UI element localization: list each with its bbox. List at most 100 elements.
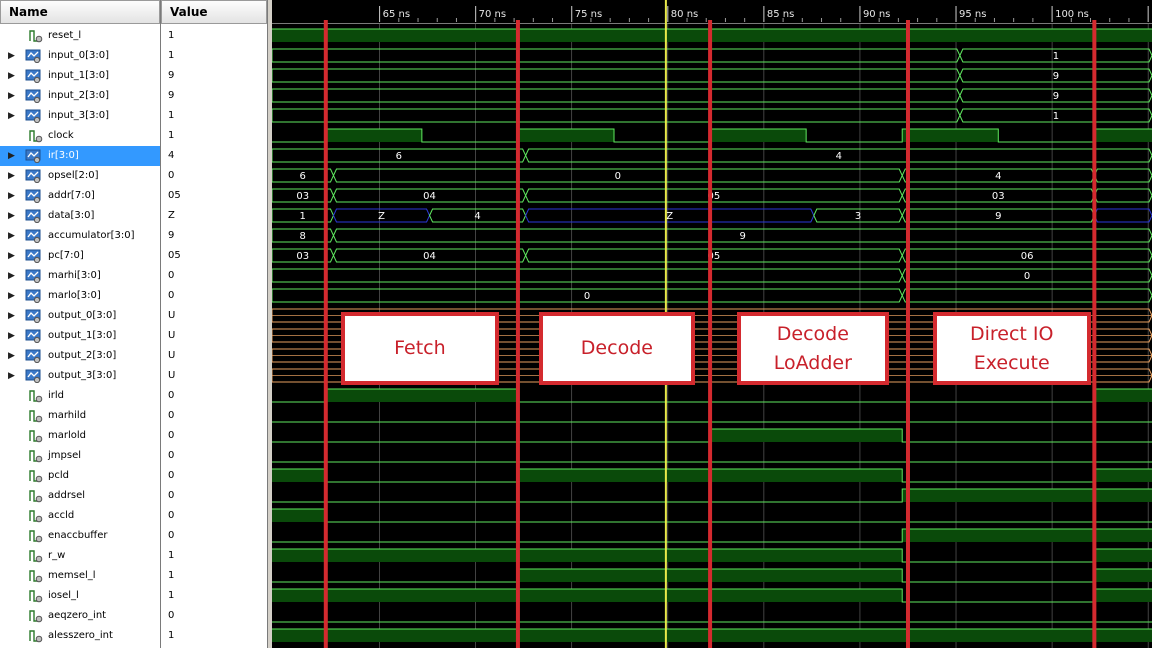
signal-value: 0	[168, 390, 175, 401]
signal-row-input-0[interactable]: ▶ input_0[3:0]	[0, 46, 160, 66]
signal-row-reset-l[interactable]: reset_l	[0, 26, 160, 46]
time-tick-label: 70 ns	[479, 9, 506, 20]
bus-segment	[1093, 208, 1152, 223]
signal-value: 1	[168, 30, 175, 41]
wave-high-fill	[1094, 469, 1152, 482]
bus-signal-icon	[25, 249, 41, 263]
expand-arrow-icon[interactable]: ▶	[8, 226, 18, 246]
signal-value: 1	[168, 130, 175, 141]
bit-signal-icon	[29, 30, 43, 43]
signal-row-marlold[interactable]: marlold	[0, 426, 160, 446]
signal-row-r-w[interactable]: r_w	[0, 546, 160, 566]
signal-value: 0	[168, 530, 175, 541]
signal-row-pcld[interactable]: pcld	[0, 466, 160, 486]
bit-signal-icon	[29, 130, 43, 143]
signal-name: jmpsel	[48, 450, 82, 461]
signal-value: 4	[168, 150, 175, 161]
expand-arrow-icon[interactable]: ▶	[8, 46, 18, 66]
value-column-header[interactable]: Value	[161, 0, 267, 24]
expand-arrow-icon[interactable]: ▶	[8, 346, 18, 366]
signal-row-output-0[interactable]: ▶ output_0[3:0]	[0, 306, 160, 326]
signal-name: addrsel	[48, 490, 86, 501]
signal-value-row: 4	[161, 146, 267, 166]
signal-row-ir[interactable]: ▶ ir[3:0]	[0, 146, 160, 166]
signal-row-output-2[interactable]: ▶ output_2[3:0]	[0, 346, 160, 366]
expand-arrow-icon[interactable]: ▶	[8, 266, 18, 286]
bus-value-label: 9	[740, 231, 746, 242]
signal-name: alesszero_int	[48, 630, 113, 641]
bus-segment	[272, 48, 961, 63]
signal-row-output-1[interactable]: ▶ output_1[3:0]	[0, 326, 160, 346]
signal-row-accumulator[interactable]: ▶ accumulator[3:0]	[0, 226, 160, 246]
expand-arrow-icon[interactable]: ▶	[8, 246, 18, 266]
signal-row-alesszero-int[interactable]: alesszero_int	[0, 626, 160, 646]
expand-arrow-icon[interactable]: ▶	[8, 146, 18, 166]
time-tick-label: 85 ns	[767, 9, 794, 20]
signal-value-row: 0	[161, 406, 267, 426]
bit-signal-icon	[29, 490, 43, 503]
signal-value-row: 1	[161, 566, 267, 586]
signal-value: 9	[168, 70, 175, 81]
expand-arrow-icon[interactable]: ▶	[8, 66, 18, 86]
expand-arrow-icon[interactable]: ▶	[8, 166, 18, 186]
expand-arrow-icon[interactable]: ▶	[8, 306, 18, 326]
bus-value-label: 9	[1053, 71, 1059, 82]
signal-row-pc[interactable]: ▶ pc[7:0]	[0, 246, 160, 266]
bus-signal-icon	[25, 289, 41, 303]
name-column-header[interactable]: Name	[0, 0, 160, 24]
signal-value: U	[168, 330, 176, 341]
bus-signal-icon	[25, 109, 41, 123]
expand-arrow-icon[interactable]: ▶	[8, 366, 18, 386]
signal-row-marlo[interactable]: ▶ marlo[3:0]	[0, 286, 160, 306]
signal-row-accld[interactable]: accld	[0, 506, 160, 526]
bus-segment	[272, 88, 961, 103]
expand-arrow-icon[interactable]: ▶	[8, 186, 18, 206]
signal-row-addr[interactable]: ▶ addr[7:0]	[0, 186, 160, 206]
expand-arrow-icon[interactable]: ▶	[8, 326, 18, 346]
signal-row-input-2[interactable]: ▶ input_2[3:0]	[0, 86, 160, 106]
signal-row-jmpsel[interactable]: jmpsel	[0, 446, 160, 466]
signal-value-row: 0	[161, 486, 267, 506]
bus-value-label: 1	[1053, 111, 1059, 122]
signal-value: 1	[168, 570, 175, 581]
expand-arrow-icon[interactable]: ▶	[8, 106, 18, 126]
signal-name: marhi[3:0]	[48, 270, 101, 281]
signal-row-output-3[interactable]: ▶ output_3[3:0]	[0, 366, 160, 386]
signal-row-opsel[interactable]: ▶ opsel[2:0]	[0, 166, 160, 186]
phase-label-decode: Decode	[539, 312, 695, 385]
signal-value-row: 9	[161, 226, 267, 246]
signal-value-row: 1	[161, 126, 267, 146]
signal-row-memsel-l[interactable]: memsel_l	[0, 566, 160, 586]
bus-value-label: 04	[423, 251, 436, 262]
bus-signal-icon	[25, 349, 41, 363]
signal-row-clock[interactable]: clock	[0, 126, 160, 146]
signal-name: accumulator[3:0]	[48, 230, 135, 241]
signal-row-iosel-l[interactable]: iosel_l	[0, 586, 160, 606]
time-tick-label: 90 ns	[863, 9, 890, 20]
signal-row-input-1[interactable]: ▶ input_1[3:0]	[0, 66, 160, 86]
bus-value-label: 4	[474, 211, 480, 222]
signal-row-marhi[interactable]: ▶ marhi[3:0]	[0, 266, 160, 286]
signal-value-row: 0	[161, 166, 267, 186]
bus-signal-icon	[25, 149, 41, 163]
bus-value-label: 4	[995, 171, 1001, 182]
bus-value-label: 8	[300, 231, 306, 242]
time-tick-label: 80 ns	[671, 9, 698, 20]
signal-row-irld[interactable]: irld	[0, 386, 160, 406]
expand-arrow-icon[interactable]: ▶	[8, 86, 18, 106]
expand-arrow-icon[interactable]: ▶	[8, 286, 18, 306]
expand-arrow-icon[interactable]: ▶	[8, 206, 18, 226]
signal-name: pc[7:0]	[48, 250, 84, 261]
signal-row-aeqzero-int[interactable]: aeqzero_int	[0, 606, 160, 626]
signal-value: 0	[168, 430, 175, 441]
signal-row-enaccbuffer[interactable]: enaccbuffer	[0, 526, 160, 546]
signal-row-data[interactable]: ▶ data[3:0]	[0, 206, 160, 226]
signal-row-addrsel[interactable]: addrsel	[0, 486, 160, 506]
signal-value: 1	[168, 590, 175, 601]
wave-high-fill	[272, 549, 903, 562]
bus-signal-icon	[25, 209, 41, 223]
signal-row-marhild[interactable]: marhild	[0, 406, 160, 426]
signal-name: opsel[2:0]	[48, 170, 99, 181]
signal-value-row: 9	[161, 66, 267, 86]
signal-row-input-3[interactable]: ▶ input_3[3:0]	[0, 106, 160, 126]
